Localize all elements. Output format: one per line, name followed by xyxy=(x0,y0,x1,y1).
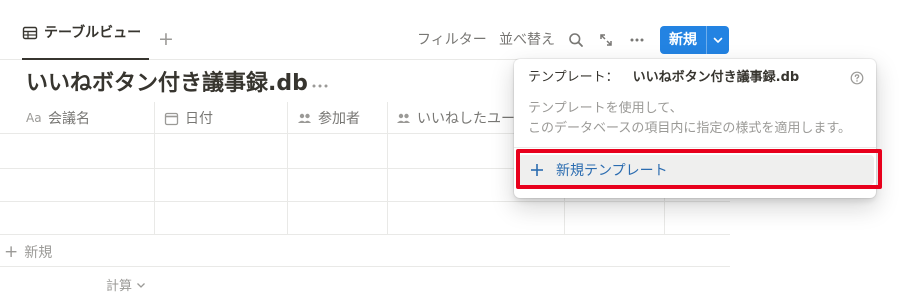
new-button-group: 新規 xyxy=(660,26,729,54)
menu-header-db-name: いいねボタン付き議事録.db xyxy=(632,70,800,85)
tab-table-view[interactable]: テーブルビュー xyxy=(22,24,150,60)
column-header-liked-users[interactable]: いいねしたユー xyxy=(396,102,515,134)
more-options-icon[interactable] xyxy=(629,32,645,48)
menu-description-line: テンプレートを使用して、 xyxy=(528,101,683,116)
new-button-dropdown[interactable] xyxy=(707,26,729,54)
filter-button[interactable]: フィルター xyxy=(417,31,487,49)
add-row-label: 新規 xyxy=(24,245,53,261)
table-row[interactable] xyxy=(0,234,730,235)
menu-description-line: このデータベースの項目内に指定の様式を適用します。 xyxy=(528,121,852,136)
new-button[interactable]: 新規 xyxy=(660,26,706,54)
column-header-label: 会議名 xyxy=(48,111,90,127)
title-more-icon[interactable] xyxy=(312,84,328,88)
plus-icon: + xyxy=(4,241,19,262)
column-header-name[interactable]: Aa 会議名 xyxy=(26,102,90,134)
text-property-icon: Aa xyxy=(26,111,42,125)
people-icon xyxy=(397,113,410,123)
help-icon[interactable] xyxy=(850,71,864,85)
new-template-label: 新規テンプレート xyxy=(556,163,668,179)
column-header-label: 参加者 xyxy=(318,111,360,127)
chevron-down-icon xyxy=(713,37,723,43)
page-title[interactable]: いいねボタン付き議事録.db xyxy=(26,70,308,98)
menu-divider xyxy=(514,147,876,148)
menu-header-label: テンプレート： xyxy=(528,70,619,85)
search-icon[interactable] xyxy=(568,32,584,48)
add-view-button[interactable]: + xyxy=(158,30,174,49)
menu-header: テンプレート： いいねボタン付き議事録.db xyxy=(528,69,799,87)
plus-icon xyxy=(531,164,543,176)
tab-table-view-label: テーブルビュー xyxy=(44,25,142,41)
calculate-button[interactable]: 計算 xyxy=(106,275,146,294)
table-footer-divider xyxy=(0,266,730,267)
new-template-menu-item[interactable]: 新規テンプレート xyxy=(518,155,874,185)
column-header-participants[interactable]: 参加者 xyxy=(297,102,360,134)
table-row[interactable] xyxy=(0,201,730,202)
calendar-icon xyxy=(164,112,179,125)
column-header-label: 日付 xyxy=(185,111,213,127)
people-icon xyxy=(298,113,311,123)
chevron-down-icon xyxy=(137,282,145,288)
add-row-button[interactable]: + 新規 xyxy=(4,242,52,262)
menu-description: テンプレートを使用して、 このデータベースの項目内に指定の様式を適用します。 xyxy=(528,99,874,139)
table-icon xyxy=(22,26,38,40)
column-header-label: いいねしたユー xyxy=(417,111,515,127)
view-tab-bar: テーブルビュー + フィルター 並べ替え 新規 xyxy=(0,0,730,60)
column-header-date[interactable]: 日付 xyxy=(164,102,213,134)
template-dropdown-menu: テンプレート： いいねボタン付き議事録.db テンプレートを使用して、 このデー… xyxy=(514,59,876,198)
calculate-label: 計算 xyxy=(106,279,133,294)
sort-button[interactable]: 並べ替え xyxy=(499,31,555,49)
expand-icon[interactable] xyxy=(598,32,614,48)
